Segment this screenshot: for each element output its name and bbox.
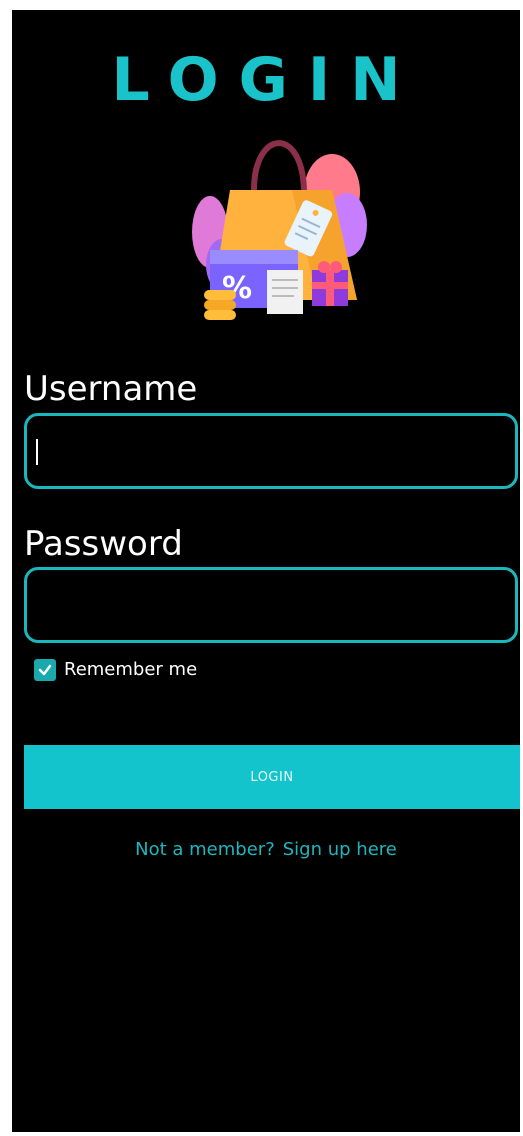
- username-field[interactable]: [24, 413, 518, 489]
- text-cursor: [36, 439, 38, 465]
- remember-me-label: Remember me: [64, 659, 198, 680]
- signup-prompt: Not a member? Sign up here: [12, 838, 520, 862]
- login-button[interactable]: LOGIN: [24, 745, 520, 809]
- signup-link[interactable]: Sign up here: [283, 839, 397, 860]
- username-label: Username: [24, 369, 198, 409]
- login-screen: LOGIN % Username Password Remember me LO…: [12, 10, 520, 1132]
- password-field[interactable]: [24, 567, 518, 643]
- password-label: Password: [24, 524, 183, 564]
- page-title: LOGIN: [111, 45, 421, 115]
- shopping-bag-illustration: %: [192, 140, 367, 320]
- remember-me-checkbox[interactable]: Remember me: [34, 658, 197, 682]
- check-icon[interactable]: [34, 659, 56, 681]
- signup-prompt-text: Not a member?: [135, 839, 275, 860]
